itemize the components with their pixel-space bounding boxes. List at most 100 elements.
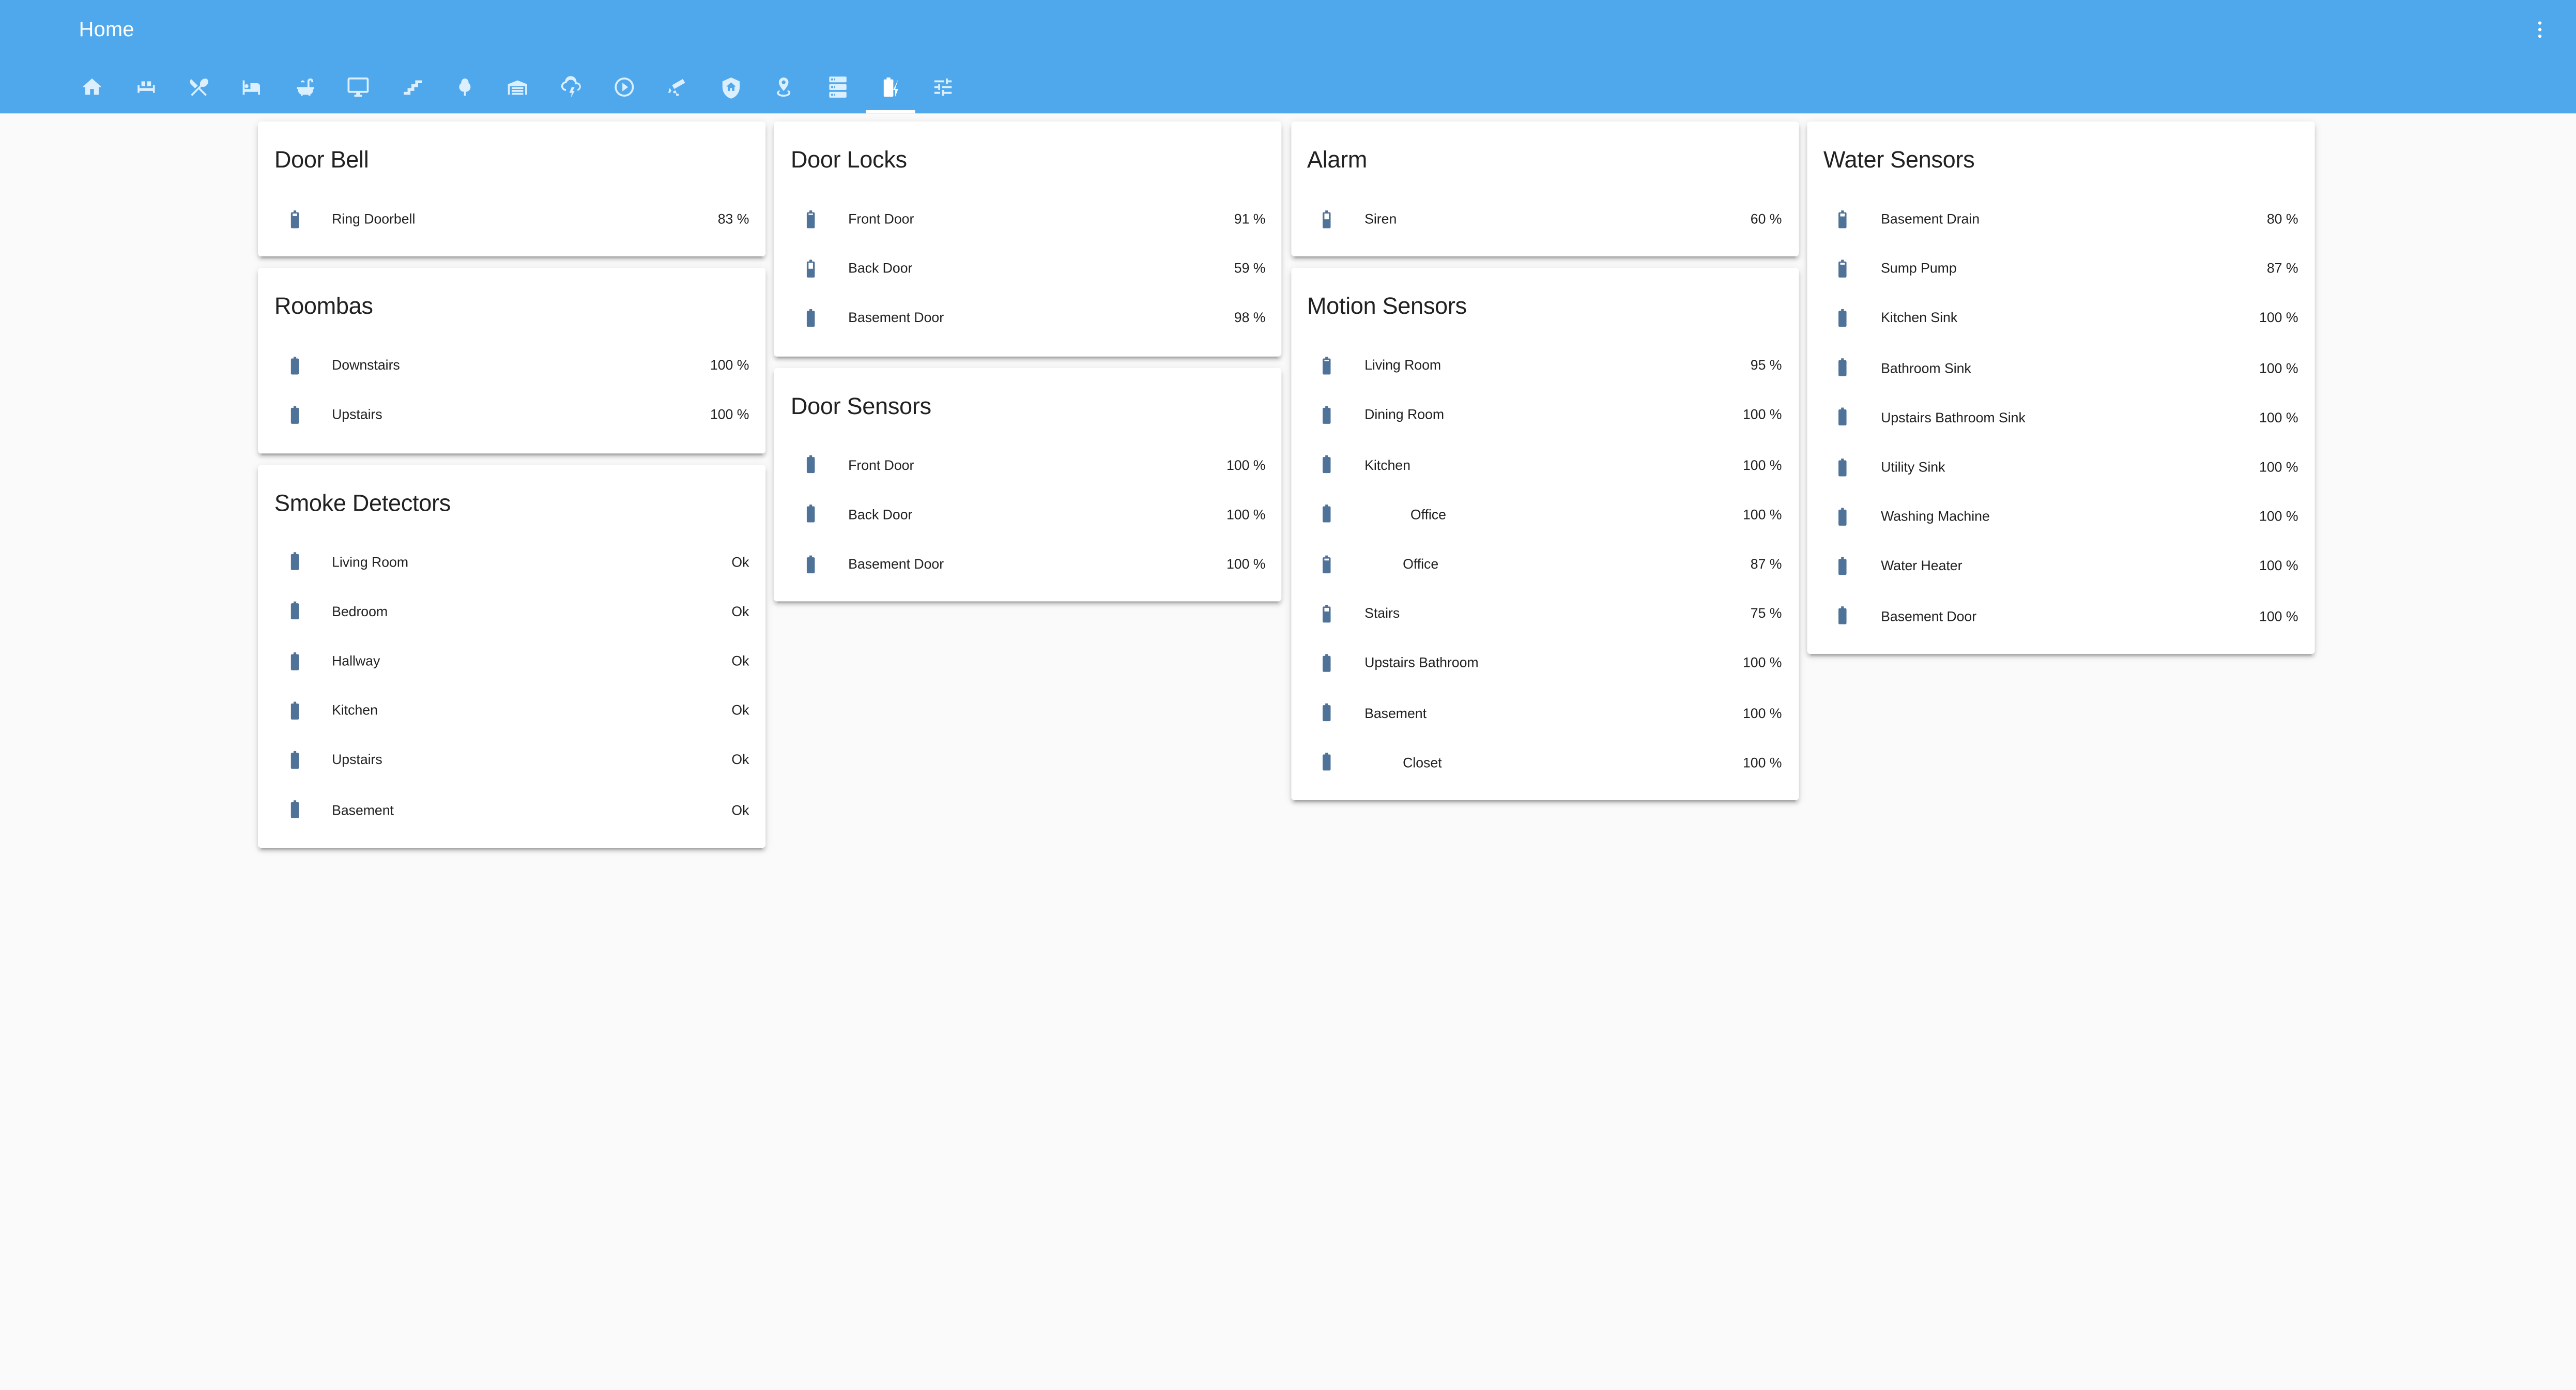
battery-icon[interactable] — [791, 249, 830, 288]
tab-cctv[interactable] — [651, 63, 704, 113]
entity-row[interactable]: Dining Room 100 % — [1307, 390, 1782, 440]
battery-icon[interactable] — [1823, 398, 1863, 437]
entity-row[interactable]: Stairs 75 % — [1307, 588, 1782, 638]
entity-name[interactable]: Hallway — [332, 652, 731, 669]
tab-sofa[interactable] — [119, 63, 172, 113]
entity-row[interactable]: Hallway Ok — [274, 636, 749, 685]
tab-tree[interactable] — [438, 63, 492, 113]
entity-name[interactable]: Closet — [1364, 754, 1743, 770]
tab-map-marker-radius[interactable] — [758, 63, 811, 113]
entity-row[interactable]: Basement Door 98 % — [791, 293, 1265, 343]
entity-name[interactable]: Basement — [332, 801, 731, 818]
entity-row[interactable]: Washing Machine 100 % — [1823, 492, 2298, 541]
entity-name[interactable]: Kitchen — [332, 702, 731, 719]
tab-monitor[interactable] — [332, 63, 385, 113]
battery-icon[interactable] — [1307, 199, 1346, 238]
battery-icon[interactable] — [791, 199, 830, 238]
tab-silverware[interactable] — [172, 63, 225, 113]
tab-server[interactable] — [811, 63, 864, 113]
entity-name[interactable]: Back Door — [848, 260, 1234, 277]
tab-battery-charging[interactable] — [864, 63, 917, 113]
entity-row[interactable]: Back Door 100 % — [791, 489, 1265, 539]
entity-name[interactable]: Upstairs Bathroom — [1364, 654, 1743, 671]
battery-icon[interactable] — [274, 199, 314, 238]
entity-row[interactable]: Sump Pump 87 % — [1823, 243, 2298, 293]
battery-icon[interactable] — [1823, 298, 1863, 338]
entity-name[interactable]: Bathroom Sink — [1881, 359, 2259, 376]
entity-row[interactable]: Kitchen Ok — [274, 685, 749, 735]
tab-shield-home[interactable] — [704, 63, 758, 113]
entity-row[interactable]: Basement 100 % — [1307, 688, 1782, 737]
battery-icon[interactable] — [791, 298, 830, 338]
entity-row[interactable]: Basement Drain 80 % — [1823, 194, 2298, 243]
battery-icon[interactable] — [1307, 693, 1346, 732]
entity-name[interactable]: Basement Door — [848, 310, 1234, 326]
tab-stairs[interactable] — [385, 63, 438, 113]
entity-name[interactable]: Upstairs — [332, 752, 731, 768]
battery-icon[interactable] — [274, 740, 314, 780]
entity-name[interactable]: Upstairs — [332, 407, 710, 423]
entity-name[interactable]: Upstairs Bathroom Sink — [1881, 409, 2259, 425]
battery-icon[interactable] — [1823, 596, 1863, 635]
tab-tune[interactable] — [917, 63, 970, 113]
battery-icon[interactable] — [1823, 348, 1863, 387]
entity-name[interactable]: Office — [1364, 506, 1743, 523]
battery-icon[interactable] — [274, 591, 314, 631]
battery-icon[interactable] — [1307, 494, 1346, 533]
entity-row[interactable]: Living Room Ok — [274, 537, 749, 586]
entity-name[interactable]: Utility Sink — [1881, 459, 2259, 475]
entity-row[interactable]: Upstairs Bathroom Sink 100 % — [1823, 392, 2298, 442]
battery-icon[interactable] — [1307, 345, 1346, 385]
entity-row[interactable]: Living Room 95 % — [1307, 341, 1782, 390]
battery-icon[interactable] — [274, 790, 314, 829]
battery-icon[interactable] — [1307, 395, 1346, 434]
entity-row[interactable]: Closet 100 % — [1307, 737, 1782, 787]
entity-row[interactable]: Water Heater 100 % — [1823, 541, 2298, 591]
entity-name[interactable]: Office — [1364, 555, 1751, 572]
battery-icon[interactable] — [1307, 742, 1346, 782]
entity-row[interactable]: Back Door 59 % — [791, 243, 1265, 293]
battery-icon[interactable] — [274, 542, 314, 581]
entity-row[interactable]: Basement Door 100 % — [791, 539, 1265, 588]
entity-row[interactable]: Upstairs Ok — [274, 735, 749, 785]
entity-row[interactable]: Front Door 91 % — [791, 194, 1265, 243]
entity-name[interactable]: Living Room — [1364, 357, 1751, 374]
entity-name[interactable]: Stairs — [1364, 605, 1751, 621]
battery-icon[interactable] — [274, 691, 314, 730]
battery-icon[interactable] — [791, 494, 830, 533]
entity-name[interactable]: Front Door — [848, 210, 1234, 227]
entity-row[interactable]: Utility Sink 100 % — [1823, 442, 2298, 492]
overflow-menu-button[interactable] — [2523, 13, 2556, 46]
entity-row[interactable]: Front Door 100 % — [791, 439, 1265, 489]
entity-row[interactable]: Basement Ok — [274, 785, 749, 834]
tab-play-circle[interactable] — [598, 63, 651, 113]
entity-row[interactable]: Office 100 % — [1307, 489, 1782, 539]
battery-icon[interactable] — [1823, 546, 1863, 586]
entity-row[interactable]: Kitchen Sink 100 % — [1823, 293, 2298, 343]
battery-icon[interactable] — [791, 445, 830, 484]
entity-row[interactable]: Office 87 % — [1307, 539, 1782, 588]
entity-name[interactable]: Front Door — [848, 456, 1226, 473]
entity-name[interactable]: Basement — [1364, 704, 1743, 721]
entity-row[interactable]: Downstairs 100 % — [274, 341, 749, 390]
entity-row[interactable]: Bathroom Sink 100 % — [1823, 343, 2298, 392]
battery-icon[interactable] — [1823, 497, 1863, 536]
entity-name[interactable]: Back Door — [848, 506, 1226, 523]
battery-icon[interactable] — [1307, 544, 1346, 583]
battery-icon[interactable] — [1823, 249, 1863, 288]
entity-name[interactable]: Basement Door — [848, 555, 1226, 572]
entity-name[interactable]: Bedroom — [332, 603, 731, 619]
entity-row[interactable]: Upstairs 100 % — [274, 390, 749, 440]
entity-row[interactable]: Upstairs Bathroom 100 % — [1307, 638, 1782, 688]
entity-name[interactable]: Kitchen Sink — [1881, 310, 2259, 326]
battery-icon[interactable] — [1307, 643, 1346, 682]
battery-icon[interactable] — [1823, 447, 1863, 486]
battery-icon[interactable] — [274, 641, 314, 680]
entity-name[interactable]: Downstairs — [332, 357, 710, 374]
entity-name[interactable]: Washing Machine — [1881, 508, 2259, 525]
entity-name[interactable]: Ring Doorbell — [332, 210, 718, 227]
entity-name[interactable]: Dining Room — [1364, 407, 1743, 423]
entity-row[interactable]: Siren 60 % — [1307, 194, 1782, 243]
tab-home[interactable] — [66, 63, 119, 113]
battery-icon[interactable] — [1307, 593, 1346, 633]
